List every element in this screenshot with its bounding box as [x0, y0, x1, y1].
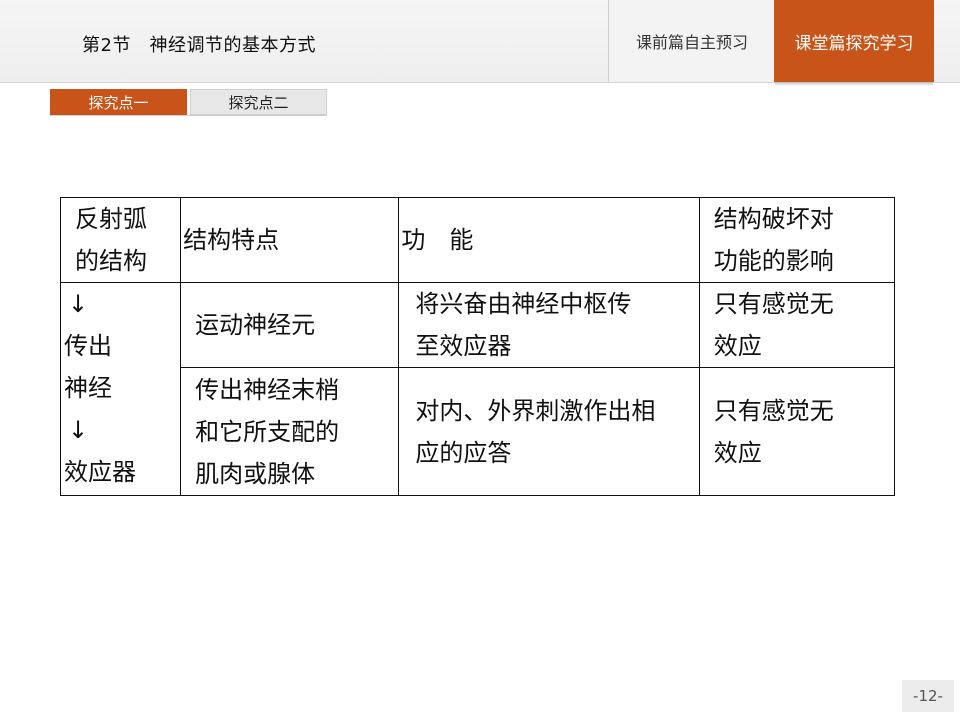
table-header-row: 反射弧 的结构 结构特点 功 能 结构破坏对 功能的影响	[59, 197, 896, 283]
nav-current-tab[interactable]: 课堂篇探究学习	[774, 0, 934, 82]
cell-function: 将兴奋由神经中枢传 至效应器	[398, 282, 700, 368]
header-damage-effect: 结构破坏对 功能的影响	[698, 197, 896, 283]
nav-shadow	[775, 82, 933, 86]
tab-inquiry-point-2[interactable]: 探究点二	[190, 89, 327, 115]
arrow-down-icon: ↓	[68, 290, 89, 318]
header-features: 结构特点	[180, 197, 400, 283]
cell-feature: 运动神经元	[180, 282, 400, 368]
table-row: 传出神经末梢 和它所支配的 肌肉或腺体 对内、外界刺激作出相 应的应答 只有感觉…	[61, 367, 896, 496]
arrow-down-icon: ↓	[68, 416, 89, 444]
header-structure: 反射弧 的结构	[59, 197, 182, 283]
page-number: -12-	[902, 680, 954, 712]
tab-inquiry-point-1[interactable]: 探究点一	[50, 89, 187, 115]
cell-feature: 传出神经末梢 和它所支配的 肌肉或腺体	[180, 367, 400, 496]
cell-function: 对内、外界刺激作出相 应的应答	[398, 367, 700, 496]
nav-preview-tab[interactable]: 课前篇自主预习	[608, 0, 775, 82]
reflex-arc-table: 反射弧 的结构 结构特点 功 能 结构破坏对 功能的影响 ↓ 传出 神经 ↓ 效…	[59, 197, 896, 496]
cell-damage: 只有感觉无 效应	[698, 367, 896, 496]
table-row: ↓ 传出 神经 ↓ 效应器 运动神经元 将兴奋由神经中枢传 至效应器 只有感觉无…	[59, 282, 896, 496]
header-function: 功 能	[398, 197, 700, 283]
section-title: 第2节 神经调节的基本方式	[82, 35, 316, 56]
tab-divider	[50, 115, 327, 116]
cell-damage: 只有感觉无 效应	[698, 282, 896, 368]
header-bar: 第2节 神经调节的基本方式 课前篇自主预习 课堂篇探究学习	[0, 0, 960, 83]
side-structure-label: ↓ 传出 神经 ↓ 效应器	[59, 282, 182, 496]
